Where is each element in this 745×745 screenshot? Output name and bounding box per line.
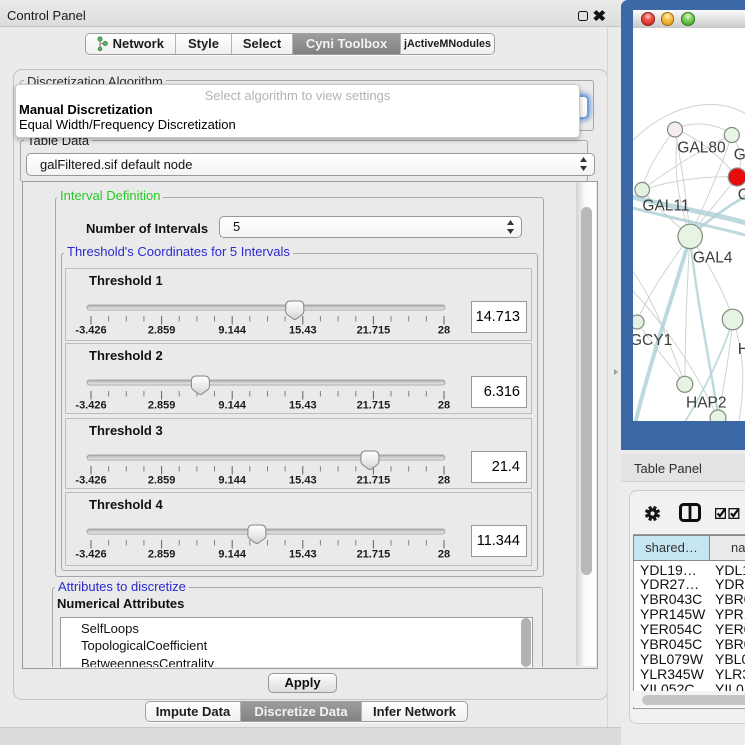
svg-text:2.859: 2.859 xyxy=(148,474,176,486)
svg-text:21.715: 21.715 xyxy=(357,325,391,337)
svg-text:15.43: 15.43 xyxy=(289,400,317,412)
svg-text:9.144: 9.144 xyxy=(218,548,246,560)
svg-text:15.43: 15.43 xyxy=(289,325,317,337)
svg-text:2.859: 2.859 xyxy=(148,325,176,337)
svg-text:HAP2: HAP2 xyxy=(686,394,727,411)
svg-text:28: 28 xyxy=(438,548,450,560)
svg-text:28: 28 xyxy=(438,400,450,412)
svg-text:2.859: 2.859 xyxy=(148,400,176,412)
svg-text:GAL11: GAL11 xyxy=(642,198,689,215)
svg-text:-3.426: -3.426 xyxy=(75,548,106,560)
svg-text:9.144: 9.144 xyxy=(218,474,246,486)
svg-text:15.43: 15.43 xyxy=(289,474,317,486)
svg-text:28: 28 xyxy=(438,474,450,486)
svg-text:-3.426: -3.426 xyxy=(75,400,106,412)
svg-text:28: 28 xyxy=(438,325,450,337)
svg-text:C: C xyxy=(738,186,745,203)
svg-text:21.715: 21.715 xyxy=(357,548,391,560)
svg-text:GCY1: GCY1 xyxy=(633,332,672,349)
svg-text:GA: GA xyxy=(734,147,745,164)
svg-text:GAL80: GAL80 xyxy=(677,139,726,156)
svg-text:21.715: 21.715 xyxy=(357,400,391,412)
svg-text:-3.426: -3.426 xyxy=(75,325,106,337)
svg-text:HA: HA xyxy=(738,341,745,358)
svg-text:9.144: 9.144 xyxy=(218,400,246,412)
svg-text:9.144: 9.144 xyxy=(218,325,246,337)
svg-text:-3.426: -3.426 xyxy=(75,474,106,486)
svg-text:GAL4: GAL4 xyxy=(693,249,733,266)
svg-text:2.859: 2.859 xyxy=(148,548,176,560)
svg-text:15.43: 15.43 xyxy=(289,548,317,560)
svg-text:21.715: 21.715 xyxy=(357,474,391,486)
